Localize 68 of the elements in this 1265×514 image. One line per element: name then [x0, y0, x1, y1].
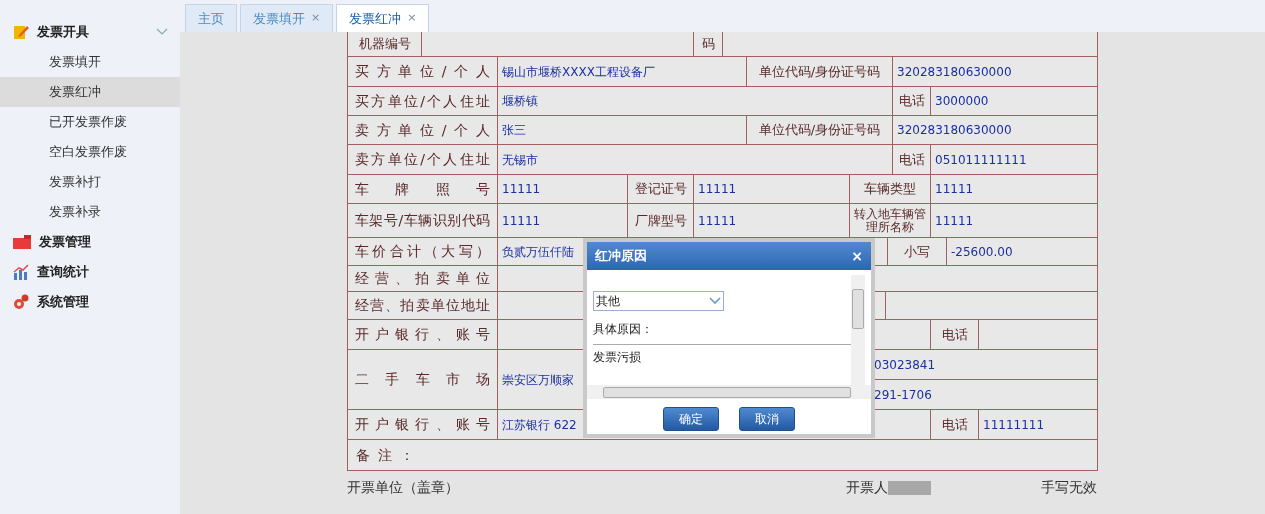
sidebar-item[interactable]: 发票补录: [0, 197, 180, 227]
field-value: 291-1706: [873, 386, 933, 404]
field-value: 051011111111: [931, 145, 1098, 175]
sidebar-group[interactable]: 查询统计: [0, 257, 180, 287]
field-label: 小写: [888, 238, 947, 266]
notepad-pencil-icon: [13, 24, 29, 40]
field-label: 单位代码/身份证号码: [747, 116, 893, 145]
field-label: 经营、拍卖单位地址: [348, 292, 498, 320]
field-label: 码: [694, 32, 723, 57]
field-value: 11111: [931, 175, 1098, 204]
sidebar-item[interactable]: 已开发票作废: [0, 107, 180, 137]
horizontal-scrollbar[interactable]: [587, 385, 871, 399]
field-value: 堰桥镇: [498, 87, 893, 116]
sidebar-group[interactable]: 系统管理: [0, 287, 180, 317]
field-value: 11111: [498, 175, 628, 204]
field-label: 机器编号: [348, 32, 422, 57]
field-value: 11111111: [979, 410, 1098, 440]
issuing-unit-label: 开票单位（盖章）: [347, 478, 459, 497]
sidebar-group[interactable]: 发票开具: [0, 17, 180, 47]
dialog-button[interactable]: 确定: [663, 407, 719, 431]
gears-icon: [13, 294, 29, 310]
field-label: 买方单位/个人住址: [348, 87, 498, 116]
reason-label: 具体原因：: [593, 321, 654, 338]
field-label: 买方单位/个人: [348, 57, 498, 87]
field-label: 电话: [893, 87, 931, 116]
field-label: 电话: [893, 145, 931, 175]
remarks-label: 备注：: [348, 440, 1098, 471]
dialog-button[interactable]: 取消: [739, 407, 795, 431]
field-value: -25600.00: [947, 238, 1098, 266]
field-value: 3000000: [931, 87, 1098, 116]
close-button[interactable]: ×: [851, 245, 863, 267]
vertical-scrollbar[interactable]: [851, 275, 865, 385]
close-icon[interactable]: ×: [407, 10, 417, 27]
field-value: 11111: [694, 175, 850, 204]
field-value: 张三: [498, 116, 747, 145]
issuer-label: 开票人: [846, 478, 888, 497]
field-label: 经营、拍卖单位: [348, 266, 498, 292]
field-value: 320283180630000: [893, 116, 1098, 145]
field-label: 车辆类型: [850, 175, 931, 204]
dialog-title: 红冲原因: [595, 247, 647, 266]
field-label: 车价合计（大写）: [348, 238, 498, 266]
field-value: 11111: [931, 204, 1098, 238]
field-label: 车架号/车辆识别代码: [348, 204, 498, 238]
sidebar-item[interactable]: 发票补打: [0, 167, 180, 197]
field-label: 电话: [931, 410, 979, 440]
field-label: 卖方单位/个人住址: [348, 145, 498, 175]
sidebar-item[interactable]: 空白发票作废: [0, 137, 180, 167]
chevron-down-icon: [709, 297, 721, 305]
field-value: 320283180630000: [893, 57, 1098, 87]
field-label: 开户银行、账号: [348, 410, 498, 440]
tab[interactable]: 发票红冲 ×: [336, 4, 430, 32]
field-label: 二手车市场: [348, 350, 498, 410]
handwriting-invalid-label: 手写无效: [1041, 478, 1097, 497]
reason-select[interactable]: 其他: [593, 291, 724, 311]
redacted-block: [888, 480, 931, 495]
field-label: 单位代码/身份证号码: [747, 57, 893, 87]
field-label: 电话: [931, 320, 979, 350]
sidebar-group[interactable]: 发票管理: [0, 227, 180, 257]
field-label: 开户银行、账号: [348, 320, 498, 350]
sidebar-item[interactable]: 发票红冲: [0, 77, 180, 107]
sidebar-item[interactable]: 发票填开: [0, 47, 180, 77]
field-label: 卖方单位/个人: [348, 116, 498, 145]
field-value: 无锡市: [498, 145, 893, 175]
bar-chart-icon: [13, 264, 29, 280]
field-label: 登记证号: [628, 175, 694, 204]
folder-icon: [13, 235, 31, 249]
field-label: 车牌照号: [348, 175, 498, 204]
field-value: 锡山市堰桥XXXX工程设备厂: [498, 57, 747, 87]
